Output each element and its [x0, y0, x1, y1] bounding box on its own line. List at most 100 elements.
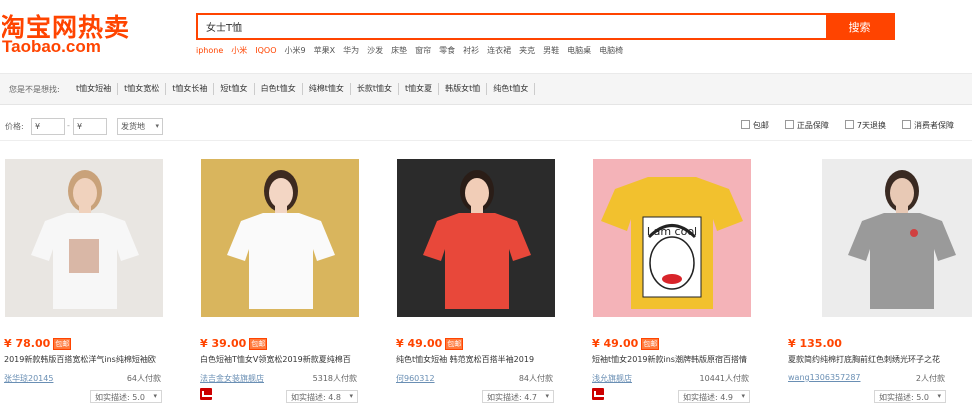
related-search-link[interactable]: 短t恤女 [214, 83, 255, 95]
shop-name-link[interactable]: 浅允旗舰店 [592, 373, 632, 384]
shop-name-link[interactable]: 何960312 [396, 373, 435, 384]
description-rating-dropdown[interactable]: 如实描述: 5.0 ▾ [874, 390, 946, 403]
product-image-art [397, 159, 555, 317]
hot-word-link[interactable]: 衬衫 [463, 45, 479, 56]
service-filter-checkbox[interactable]: 消费者保障 [902, 120, 954, 131]
related-search-list: t恤女短袖 t恤女宽松 t恤女长袖 短t恤女 白色t恤女 纯棉t恤女 长款t恤女 t恤女夏 韩版… [70, 83, 536, 95]
service-filter-label: 包邮 [752, 121, 769, 130]
description-rating-dropdown[interactable]: 如实描述: 4.8 ▾ [286, 390, 358, 403]
hot-word-link[interactable]: 夹克 [519, 45, 535, 56]
price-max-input[interactable] [73, 118, 107, 135]
rating-text: 如实描述: 5.0 [95, 393, 145, 402]
hot-word-link[interactable]: 窗帘 [415, 45, 431, 56]
service-filter-checkbox[interactable]: 正品保障 [784, 120, 829, 131]
related-search-link[interactable]: 韩版女t恤 [439, 83, 488, 95]
hot-word-link[interactable]: 沙发 [367, 45, 383, 56]
service-filters: 包邮 正品保障 7天退换 消费者保障 [725, 120, 954, 131]
related-search-link[interactable]: t恤女夏 [399, 83, 440, 95]
hot-word-link[interactable]: 男鞋 [543, 45, 559, 56]
product-card[interactable]: ¥ 49.00 包邮纯色t恤女短袖 韩范宽松百搭半袖2019 何960312 84人付… [392, 150, 575, 415]
product-image-art [201, 159, 359, 317]
related-search-link[interactable]: 纯色t恤女 [487, 83, 536, 95]
description-rating-dropdown[interactable]: 如实描述: 4.7 ▾ [482, 390, 554, 403]
product-card[interactable]: ¥ 78.00 包邮 2019新款韩版百搭宽松洋气ins纯棉短袖欧 张华琼20145 6… [0, 150, 183, 415]
sales-count: 84人付款 [518, 374, 553, 383]
product-image-art [5, 159, 163, 317]
related-search-link[interactable]: t恤女宽松 [118, 83, 167, 95]
hot-word-link[interactable]: 连衣裙 [487, 45, 511, 56]
search-button[interactable]: 搜索 [826, 15, 893, 38]
product-price-value: ¥ 135.00 [788, 337, 842, 350]
product-card[interactable]: I am cool ¥ 49.00 包邮短袖t恤女2019新款ins潮牌韩版原宿百搭… [588, 150, 771, 415]
hot-word-link[interactable]: 电脑椅 [599, 45, 623, 56]
service-filter-label: 正品保障 [796, 121, 829, 130]
hot-word-link[interactable]: IQOO [255, 46, 276, 55]
product-price-value: ¥ 39.00 [200, 337, 247, 350]
shop-name-link[interactable]: wang1306357287 [788, 373, 861, 382]
product-image[interactable] [822, 159, 972, 317]
product-price: ¥ 78.00 包邮 [4, 337, 72, 350]
product-title-link[interactable]: 纯色t恤女短袖 韩范宽松百搭半袖2019 [396, 354, 574, 365]
service-filter-checkbox[interactable]: 包邮 [740, 120, 769, 131]
hot-word-link[interactable]: 华为 [343, 45, 359, 56]
product-card[interactable]: ¥ 135.00 夏款简约纯棉打底胸前红色刺绣光环子之花 wang130635728… [784, 150, 972, 415]
hot-word-link[interactable]: iphone [196, 46, 223, 55]
product-price-value: ¥ 49.00 [592, 337, 639, 350]
search-box: 搜索 [196, 13, 895, 40]
related-search-link[interactable]: 长款t恤女 [351, 83, 399, 95]
shop-name-link[interactable]: 法吉金女装旗舰店 [200, 373, 264, 384]
product-title-link[interactable]: 2019新款韩版百搭宽松洋气ins纯棉短袖欧 [4, 354, 182, 365]
tmall-shop-icon[interactable] [200, 388, 214, 400]
related-search-link[interactable]: t恤女短袖 [70, 83, 119, 95]
related-search-link[interactable]: 白色t恤女 [255, 83, 303, 95]
product-price-value: ¥ 78.00 [4, 337, 51, 350]
ship-from-select[interactable]: 发货地 ▾ [117, 118, 163, 135]
product-image-art [822, 159, 972, 317]
svg-text:I am cool: I am cool [647, 225, 697, 238]
related-search-label: 您是不是想找: [9, 85, 60, 94]
product-price: ¥ 49.00 包邮 [592, 337, 660, 350]
product-title-link[interactable]: 夏款简约纯棉打底胸前红色刺绣光环子之花 [788, 354, 966, 365]
product-price: ¥ 49.00 包邮 [396, 337, 464, 350]
sales-count: 64人付款 [126, 374, 161, 383]
product-image[interactable] [5, 159, 163, 317]
search-input[interactable] [198, 15, 828, 38]
checkbox-icon[interactable] [844, 120, 854, 129]
free-shipping-badge: 包邮 [53, 338, 72, 350]
product-image[interactable]: I am cool [593, 159, 751, 317]
hot-word-link[interactable]: 苹果X [314, 45, 335, 56]
taobao-logo[interactable]: 淘宝网热卖 Taobao.com [2, 8, 187, 58]
product-image[interactable] [201, 159, 359, 317]
filter-bar: 价格: - 发货地 ▾ 包邮 正品保障 7天退换 消费者保障 [0, 111, 972, 141]
product-price: ¥ 135.00 [788, 337, 842, 350]
shop-name-link[interactable]: 张华琼20145 [4, 373, 53, 384]
product-title-link[interactable]: 短袖t恤女2019新款ins潮牌韩版原宿百搭情 [592, 354, 770, 365]
product-grid: ¥ 78.00 包邮 2019新款韩版百搭宽松洋气ins纯棉短袖欧 张华琼20145 6… [0, 150, 972, 415]
service-filter-label: 消费者保障 [914, 121, 954, 130]
hot-word-link[interactable]: 零食 [439, 45, 455, 56]
site-header: 淘宝网热卖 Taobao.com 搜索 iphone 小米 IQOO 小米9 苹果X 华为… [0, 0, 972, 64]
checkbox-icon[interactable] [784, 120, 794, 129]
tmall-shop-icon[interactable] [592, 388, 606, 400]
product-price: ¥ 39.00 包邮 [200, 337, 268, 350]
product-card[interactable]: ¥ 39.00 包邮 白色短袖T恤女V领宽松2019新款夏纯棉百 法吉金女装旗舰店 53… [196, 150, 379, 415]
chevron-down-icon: ▾ [155, 122, 159, 130]
price-separator: - [67, 121, 70, 130]
related-search-link[interactable]: t恤女长袖 [166, 83, 215, 95]
product-title-link[interactable]: 白色短袖T恤女V领宽松2019新款夏纯棉百 [200, 354, 378, 365]
hot-word-link[interactable]: 电脑桌 [567, 45, 591, 56]
hot-search-words: iphone 小米 IQOO 小米9 苹果X 华为 沙发 床垫 窗帘 零食 衬衫 连衣裙 夹克 男鞋 电脑桌… [196, 45, 631, 59]
hot-word-link[interactable]: 小米 [231, 45, 247, 56]
hot-word-link[interactable]: 床垫 [391, 45, 407, 56]
product-image[interactable] [397, 159, 555, 317]
chevron-down-icon: ▾ [349, 392, 353, 400]
checkbox-icon[interactable] [740, 120, 750, 129]
checkbox-icon[interactable] [902, 120, 911, 129]
service-filter-checkbox[interactable]: 7天退换 [844, 120, 886, 131]
hot-word-link[interactable]: 小米9 [285, 45, 306, 56]
sales-count: 10441人付款 [699, 374, 749, 383]
description-rating-dropdown[interactable]: 如实描述: 4.9 ▾ [678, 390, 750, 403]
price-min-input[interactable] [31, 118, 65, 135]
description-rating-dropdown[interactable]: 如实描述: 5.0 ▾ [90, 390, 162, 403]
related-search-link[interactable]: 纯棉t恤女 [303, 83, 351, 95]
